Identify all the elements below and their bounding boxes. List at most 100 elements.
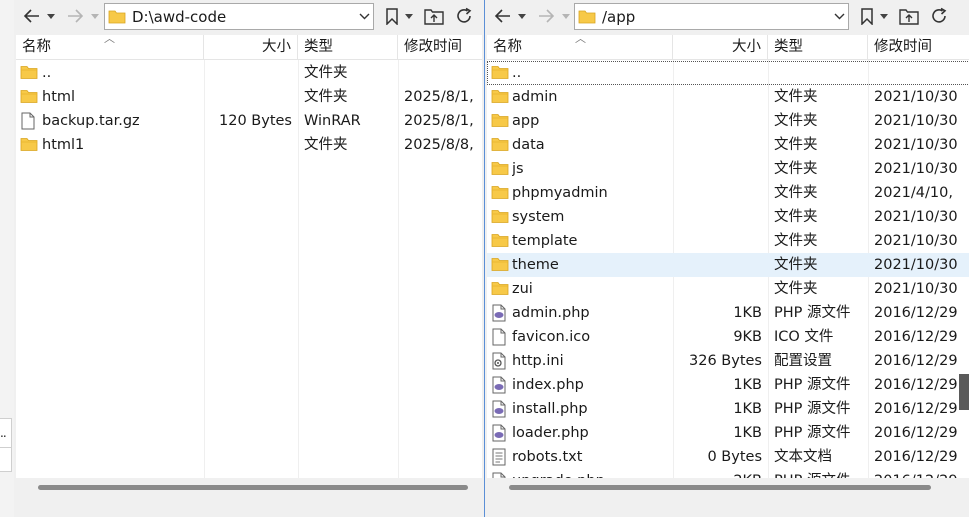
back-history-dropdown[interactable]	[516, 4, 528, 28]
file-type: PHP 源文件	[774, 305, 851, 321]
header-name[interactable]: 名称 ︿	[487, 35, 673, 60]
file-modified: 2021/10/30	[874, 137, 958, 153]
local-path-field[interactable]: D:\awd-code	[104, 3, 374, 30]
refresh-button[interactable]	[927, 4, 951, 28]
remote-path-field[interactable]: /app	[574, 3, 849, 30]
php-file-icon	[491, 424, 509, 442]
file-type: 文件夹	[304, 137, 348, 153]
file-modified: 2025/8/8,	[404, 137, 474, 153]
bookmark-dropdown[interactable]	[403, 4, 415, 28]
file-type: PHP 源文件	[774, 377, 851, 393]
file-row[interactable]: system 文件夹 2021/10/30	[487, 205, 969, 229]
text-file-icon	[491, 448, 509, 466]
path-dropdown-chevron[interactable]	[355, 13, 373, 20]
forward-history-dropdown[interactable]	[560, 4, 572, 28]
file-type: 文件夹	[774, 257, 818, 273]
folder-icon	[491, 184, 509, 202]
refresh-button[interactable]	[452, 4, 476, 28]
file-row[interactable]: data 文件夹 2021/10/30	[487, 133, 969, 157]
file-name: theme	[512, 257, 559, 273]
file-modified: 2021/10/30	[874, 257, 958, 273]
file-row[interactable]: robots.txt 0 Bytes 文本文档 2016/12/29	[487, 445, 969, 469]
file-modified: 2021/10/30	[874, 233, 958, 249]
bookmark-button[interactable]	[857, 4, 877, 28]
file-row[interactable]: phpmyadmin 文件夹 2021/4/10,	[487, 181, 969, 205]
header-type[interactable]: 类型	[298, 35, 398, 60]
file-row[interactable]: html 文件夹 2025/8/1,	[16, 85, 482, 109]
file-row[interactable]: loader.php 1KB PHP 源文件 2016/12/29	[487, 421, 969, 445]
scrollbar-thumb[interactable]	[509, 485, 931, 490]
file-row[interactable]: js 文件夹 2021/10/30	[487, 157, 969, 181]
file-name: http.ini	[512, 353, 564, 369]
header-modified[interactable]: 修改时间	[398, 35, 482, 60]
header-modified[interactable]: 修改时间	[868, 35, 969, 60]
forward-button[interactable]	[63, 4, 87, 28]
file-row[interactable]: html1 文件夹 2025/8/8,	[16, 133, 482, 157]
file-size	[673, 85, 762, 109]
local-horizontal-scrollbar[interactable]	[16, 478, 482, 497]
parent-folder-button[interactable]	[898, 4, 920, 28]
header-type[interactable]: 类型	[768, 35, 868, 60]
file-row[interactable]: backup.tar.gz 120 Bytes WinRAR 2025/8/1,	[16, 109, 482, 133]
file-size	[673, 277, 762, 301]
folder-icon	[20, 64, 38, 82]
file-type: PHP 源文件	[774, 401, 851, 417]
forward-history-dropdown[interactable]	[89, 4, 101, 28]
file-row[interactable]: template 文件夹 2021/10/30	[487, 229, 969, 253]
folder-icon	[491, 160, 509, 178]
back-button[interactable]	[20, 4, 44, 28]
file-icon	[20, 112, 38, 130]
forward-button[interactable]	[534, 4, 558, 28]
file-row[interactable]: .. 文件夹	[16, 61, 482, 85]
file-row[interactable]: ..	[487, 61, 969, 85]
scrollbar-thumb[interactable]	[38, 485, 468, 490]
file-size	[204, 61, 292, 85]
file-size: 0 Bytes	[707, 449, 762, 465]
file-row[interactable]: admin 文件夹 2021/10/30	[487, 85, 969, 109]
folder-icon	[491, 256, 509, 274]
file-row[interactable]: theme 文件夹 2021/10/30	[487, 253, 969, 277]
file-size: 1KB	[733, 425, 762, 441]
file-name: phpmyadmin	[512, 185, 608, 201]
file-row[interactable]: install.php 1KB PHP 源文件 2016/12/29	[487, 397, 969, 421]
back-history-dropdown[interactable]	[45, 4, 57, 28]
arrow-right-icon	[539, 9, 555, 23]
file-modified: 2016/12/29	[874, 353, 958, 369]
file-size	[673, 133, 762, 157]
chevron-down-icon	[834, 13, 844, 20]
back-button[interactable]	[491, 4, 515, 28]
file-row[interactable]: admin.php 1KB PHP 源文件 2016/12/29	[487, 301, 969, 325]
file-type: WinRAR	[304, 113, 361, 129]
file-name: index.php	[512, 377, 584, 393]
header-size[interactable]: 大小	[204, 35, 298, 60]
file-row[interactable]: app 文件夹 2021/10/30	[487, 109, 969, 133]
bookmark-button[interactable]	[382, 4, 402, 28]
file-size	[673, 253, 762, 277]
file-modified: 2021/10/30	[874, 281, 958, 297]
file-size: 120 Bytes	[219, 113, 292, 129]
folder-icon	[491, 232, 509, 250]
file-type: 文件夹	[774, 281, 818, 297]
arrow-left-icon	[494, 9, 510, 23]
folder-icon	[20, 88, 38, 106]
file-name: template	[512, 233, 578, 249]
edge-tab[interactable]: ..	[0, 418, 12, 448]
path-dropdown-chevron[interactable]	[830, 13, 848, 20]
folder-icon	[578, 10, 596, 24]
remote-horizontal-scrollbar[interactable]	[487, 478, 969, 497]
edge-tab-empty[interactable]	[0, 448, 12, 472]
header-name[interactable]: 名称 ︿	[16, 35, 204, 60]
file-row[interactable]: index.php 1KB PHP 源文件 2016/12/29	[487, 373, 969, 397]
caret-down-icon	[562, 13, 570, 19]
file-size	[673, 229, 762, 253]
file-name: ..	[42, 65, 52, 81]
php-file-icon	[491, 304, 509, 322]
header-size[interactable]: 大小	[673, 35, 768, 60]
file-row[interactable]: favicon.ico 9KB ICO 文件 2016/12/29	[487, 325, 969, 349]
vertical-scrollbar-fragment[interactable]	[959, 374, 969, 410]
file-row[interactable]: zui 文件夹 2021/10/30	[487, 277, 969, 301]
sort-ascending-icon: ︿	[104, 35, 115, 45]
file-row[interactable]: http.ini 326 Bytes 配置设置 2016/12/29	[487, 349, 969, 373]
bookmark-dropdown[interactable]	[878, 4, 890, 28]
parent-folder-button[interactable]	[423, 4, 445, 28]
